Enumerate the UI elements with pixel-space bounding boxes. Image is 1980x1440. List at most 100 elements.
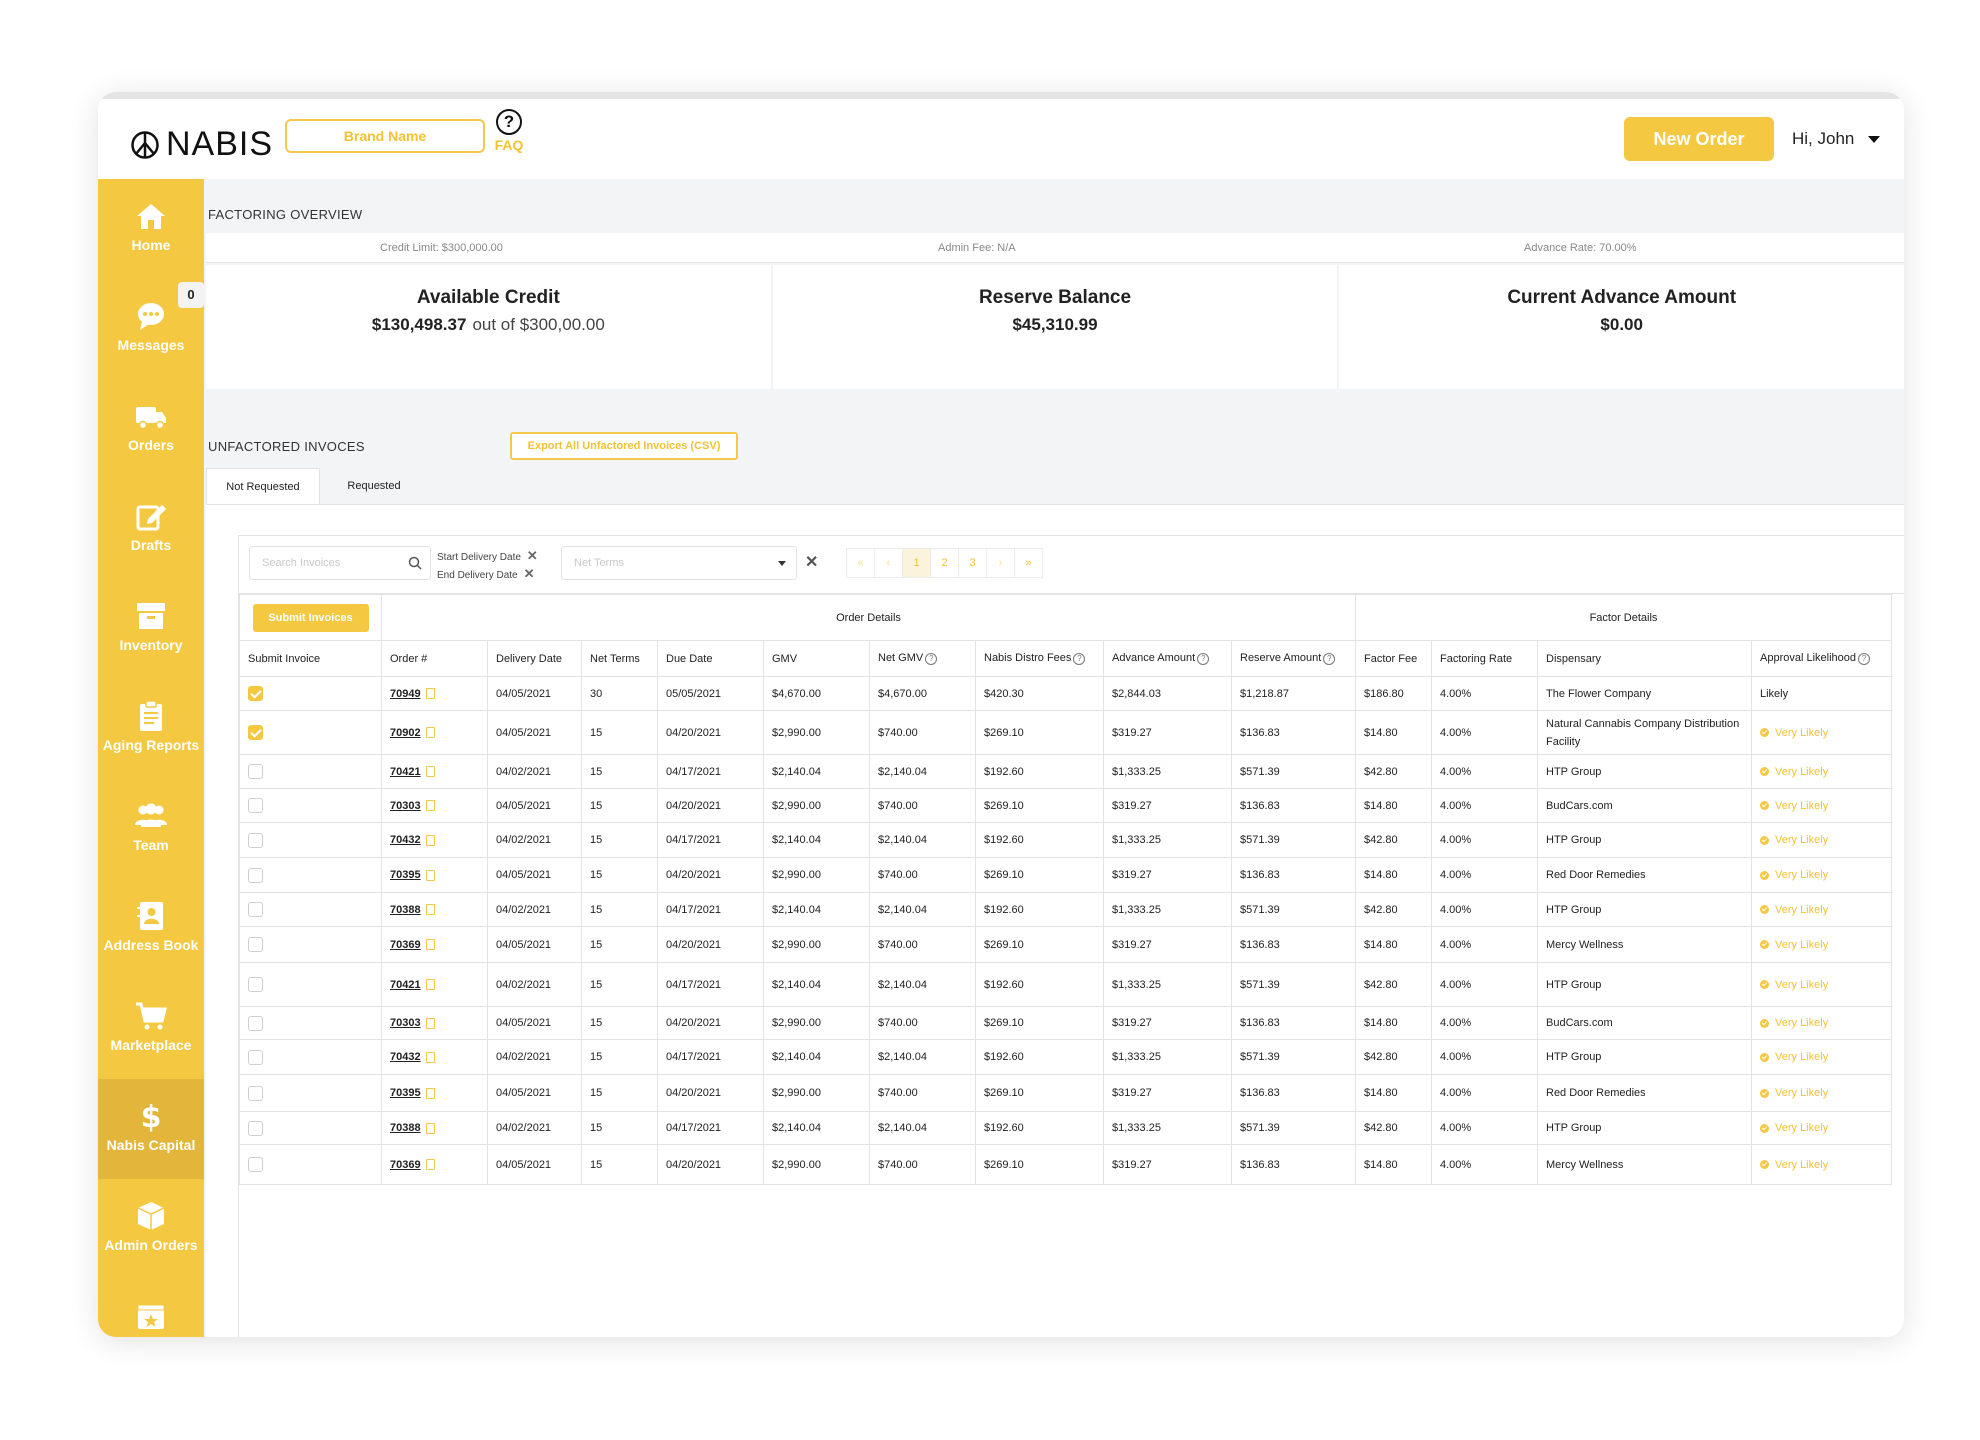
sidebar-item-inventory[interactable]: Inventory	[98, 579, 204, 679]
order-number-link[interactable]: 70388	[390, 904, 421, 916]
export-csv-button[interactable]: Export All Unfactored Invoices (CSV)	[510, 432, 738, 460]
cell-advance: $1,333.25	[1103, 1039, 1232, 1075]
order-number-link[interactable]: 70303	[390, 1017, 421, 1029]
next-page-button[interactable]: ›	[986, 548, 1015, 578]
new-order-button[interactable]: New Order	[1624, 117, 1774, 161]
order-number-link[interactable]: 70421	[390, 979, 421, 991]
first-page-button[interactable]: «	[846, 548, 875, 578]
cell-text: HTP Group	[1546, 765, 1602, 778]
submit-checkbox[interactable]	[248, 937, 263, 952]
document-icon[interactable]	[425, 979, 435, 991]
faq-link[interactable]: ? FAQ	[492, 109, 526, 153]
sidebar-item-marketplace[interactable]: Marketplace	[98, 979, 204, 1079]
submit-checkbox[interactable]	[248, 764, 263, 779]
document-icon[interactable]	[425, 869, 435, 881]
help-circle-icon[interactable]: ?	[925, 652, 938, 665]
document-icon[interactable]	[425, 766, 435, 778]
cell-text: $2,990.00	[772, 1017, 821, 1029]
sidebar-item-admin-orders[interactable]: Admin Orders	[98, 1179, 204, 1279]
delivery-date-range[interactable]: Start Delivery Date ✕ End Delivery Date ✕	[437, 548, 538, 584]
search-placeholder: Search Invoices	[262, 557, 341, 569]
cell-text: 04/17/2021	[666, 978, 722, 991]
order-number-link[interactable]: 70421	[390, 766, 421, 778]
cell-gmv: $2,140.04	[763, 754, 870, 789]
submit-checkbox[interactable]	[248, 832, 263, 848]
submit-checkbox[interactable]	[248, 1015, 263, 1031]
document-icon[interactable]	[425, 1051, 435, 1063]
sidebar-item-drafts[interactable]: Drafts	[98, 479, 204, 579]
order-number-cell: 70369	[381, 926, 488, 963]
document-icon[interactable]	[425, 939, 435, 951]
help-circle-icon[interactable]: ?	[1858, 652, 1871, 665]
document-icon[interactable]	[425, 1159, 435, 1171]
document-icon[interactable]	[425, 1087, 435, 1099]
last-page-button[interactable]: »	[1014, 548, 1043, 578]
column-header: Reserve Amount?	[1231, 640, 1356, 677]
clear-filters-icon[interactable]: ✕	[805, 552, 818, 572]
sidebar-item-orders[interactable]: Orders	[98, 379, 204, 479]
submit-invoices-button[interactable]: Submit Invoices	[252, 603, 369, 632]
order-number-link[interactable]: 70949	[390, 688, 421, 700]
submit-checkbox[interactable]	[248, 1085, 263, 1101]
help-circle-icon[interactable]: ?	[1197, 652, 1210, 665]
cell-terms: 15	[581, 1039, 658, 1075]
document-icon[interactable]	[425, 1122, 435, 1134]
table-row: 70369 04/05/2021 15 04/20/2021 $2,990.00 $740…	[239, 926, 1892, 963]
sidebar-item-address-book[interactable]: Address Book	[98, 879, 204, 979]
sidebar-item-label: Admin Orders	[104, 1237, 198, 1253]
document-icon[interactable]	[425, 834, 435, 846]
submit-checkbox[interactable]	[248, 1120, 263, 1136]
cell-text: Mercy Wellness	[1546, 938, 1624, 951]
close-icon[interactable]: ✕	[527, 548, 538, 563]
tab-not-requested[interactable]: Not Requested	[206, 468, 320, 504]
cell-rate: 4.00%	[1431, 857, 1538, 893]
order-number-link[interactable]: 70432	[390, 1051, 421, 1063]
order-number-link[interactable]: 70388	[390, 1122, 421, 1134]
net-terms-select[interactable]: Net Terms	[561, 546, 797, 580]
sidebar-item-more[interactable]	[98, 1279, 204, 1337]
cell-advance: $319.27	[1103, 926, 1232, 963]
order-number-link[interactable]: 70902	[390, 727, 421, 739]
page-3-button[interactable]: 3	[958, 548, 987, 578]
help-circle-icon[interactable]: ?	[1073, 652, 1086, 665]
document-icon[interactable]	[425, 800, 435, 812]
prev-page-button[interactable]: ‹	[874, 548, 903, 578]
page-2-button[interactable]: 2	[930, 548, 959, 578]
submit-checkbox[interactable]	[248, 1157, 263, 1172]
submit-checkbox[interactable]	[248, 867, 263, 883]
page-1-button[interactable]: 1	[902, 548, 931, 578]
submit-checkbox[interactable]	[248, 902, 263, 917]
cell-text: $1,333.25	[1112, 1122, 1161, 1134]
submit-checkbox[interactable]	[248, 725, 263, 740]
user-menu[interactable]: Hi, John	[1792, 129, 1881, 149]
submit-checkbox[interactable]	[248, 977, 263, 992]
nabis-logo[interactable]: NABIS	[130, 125, 273, 164]
tab-requested[interactable]: Requested	[324, 468, 424, 504]
submit-checkbox[interactable]	[248, 798, 263, 813]
cell-text: $42.80	[1364, 978, 1398, 991]
document-icon[interactable]	[425, 688, 435, 700]
help-circle-icon[interactable]: ?	[1323, 652, 1336, 665]
document-icon[interactable]	[425, 1017, 435, 1029]
order-number-link[interactable]: 70432	[390, 834, 421, 846]
document-icon[interactable]	[425, 727, 435, 739]
submit-checkbox[interactable]	[248, 1049, 263, 1065]
search-input[interactable]: Search Invoices	[249, 546, 431, 580]
order-number-link[interactable]: 70395	[390, 869, 421, 881]
cell-rate: 4.00%	[1431, 1074, 1538, 1112]
sidebar-item-nabis-capital[interactable]: $ Nabis Capital	[98, 1079, 204, 1179]
order-number-link[interactable]: 70369	[390, 939, 421, 951]
document-icon[interactable]	[425, 904, 435, 916]
close-icon[interactable]: ✕	[524, 566, 535, 581]
archive-icon	[137, 603, 165, 629]
sidebar-item-aging-reports[interactable]: Aging Reports	[98, 679, 204, 779]
likelihood-text: Very Likely	[1775, 978, 1829, 991]
sidebar-item-team[interactable]: Team	[98, 779, 204, 879]
order-number-link[interactable]: 70369	[390, 1159, 421, 1171]
brand-name-selector[interactable]: Brand Name	[285, 119, 485, 153]
order-number-link[interactable]: 70395	[390, 1087, 421, 1099]
order-number-link[interactable]: 70303	[390, 800, 421, 812]
submit-checkbox[interactable]	[248, 686, 263, 701]
sidebar-item-home[interactable]: Home	[98, 179, 204, 279]
top-header: NABIS Brand Name ? FAQ New Order Hi, Joh…	[98, 99, 1904, 179]
